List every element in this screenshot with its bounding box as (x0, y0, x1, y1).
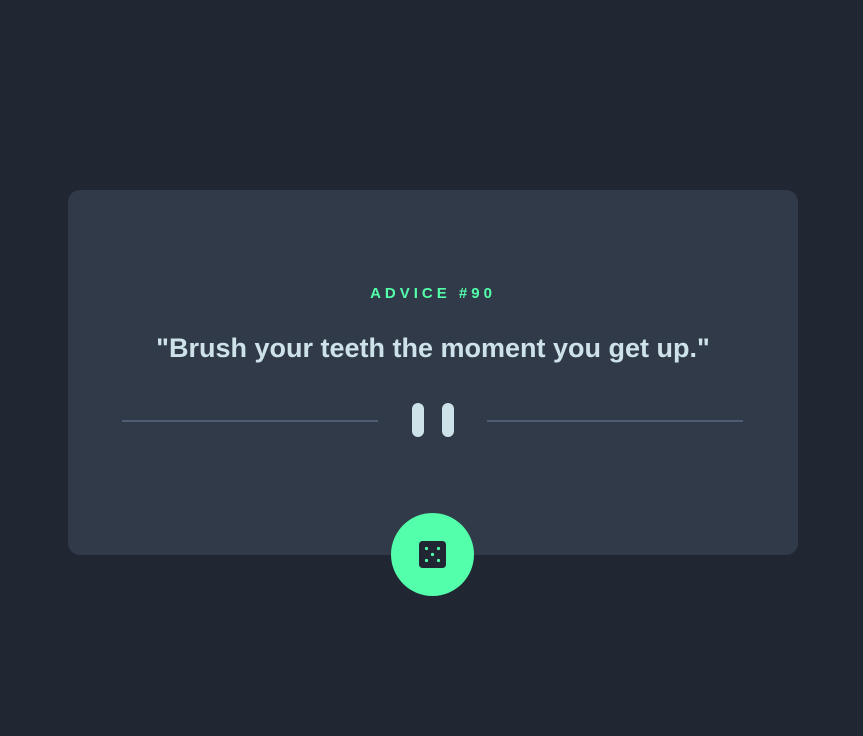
generate-advice-button[interactable] (391, 513, 474, 596)
advice-id-label: ADVICE #90 (370, 285, 496, 302)
advice-quote: "Brush your teeth the moment you get up.… (156, 333, 710, 363)
pause-icon (412, 403, 456, 437)
divider-line-right (487, 420, 743, 422)
dice-icon (419, 541, 446, 568)
divider-line-left (122, 420, 378, 422)
advice-card: ADVICE #90 "Brush your teeth the moment … (68, 190, 798, 555)
pattern-divider (122, 402, 743, 438)
